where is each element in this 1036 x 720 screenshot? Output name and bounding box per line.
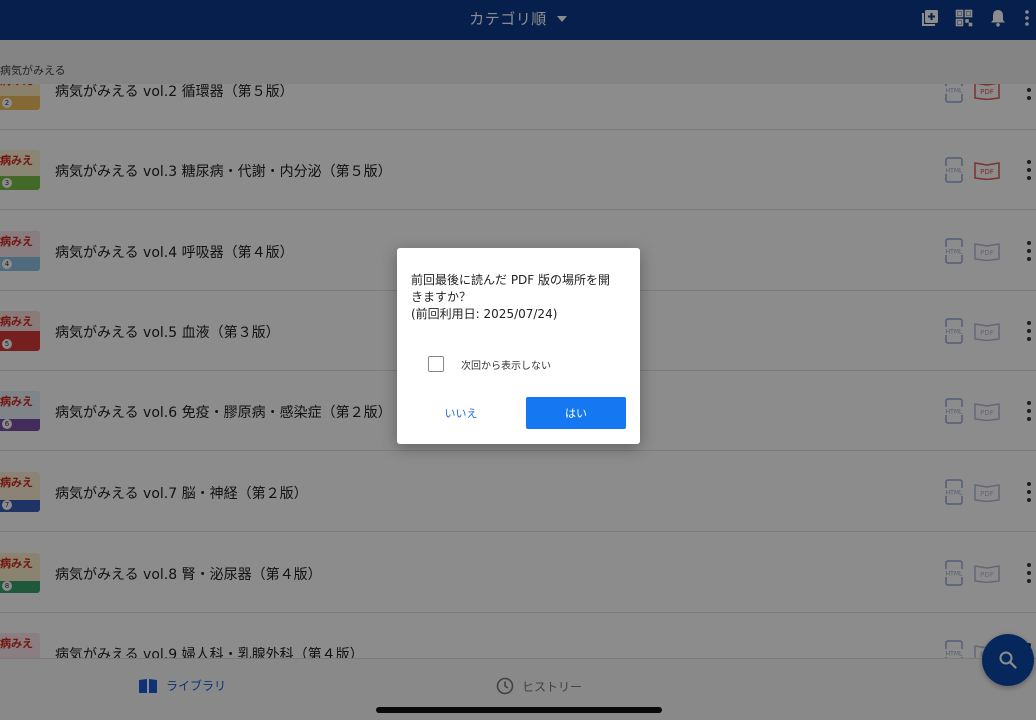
- dont-show-again-label[interactable]: 次回から表示しない: [461, 357, 551, 372]
- dialog-message: 前回最後に読んだ PDF 版の場所を開 きますか？ (前回利用日: 2025/0…: [411, 272, 629, 323]
- dialog-message-line-2: きますか？: [411, 290, 472, 304]
- dont-show-again-checkbox[interactable]: [428, 356, 444, 372]
- no-button[interactable]: いいえ: [417, 398, 505, 428]
- dialog-message-line-1: 前回最後に読んだ PDF 版の場所を開: [411, 273, 611, 287]
- resume-pdf-dialog: 前回最後に読んだ PDF 版の場所を開 きますか？ (前回利用日: 2025/0…: [397, 248, 640, 444]
- dialog-last-used-date: (前回利用日: 2025/07/24): [411, 307, 558, 321]
- yes-button[interactable]: はい: [526, 397, 626, 429]
